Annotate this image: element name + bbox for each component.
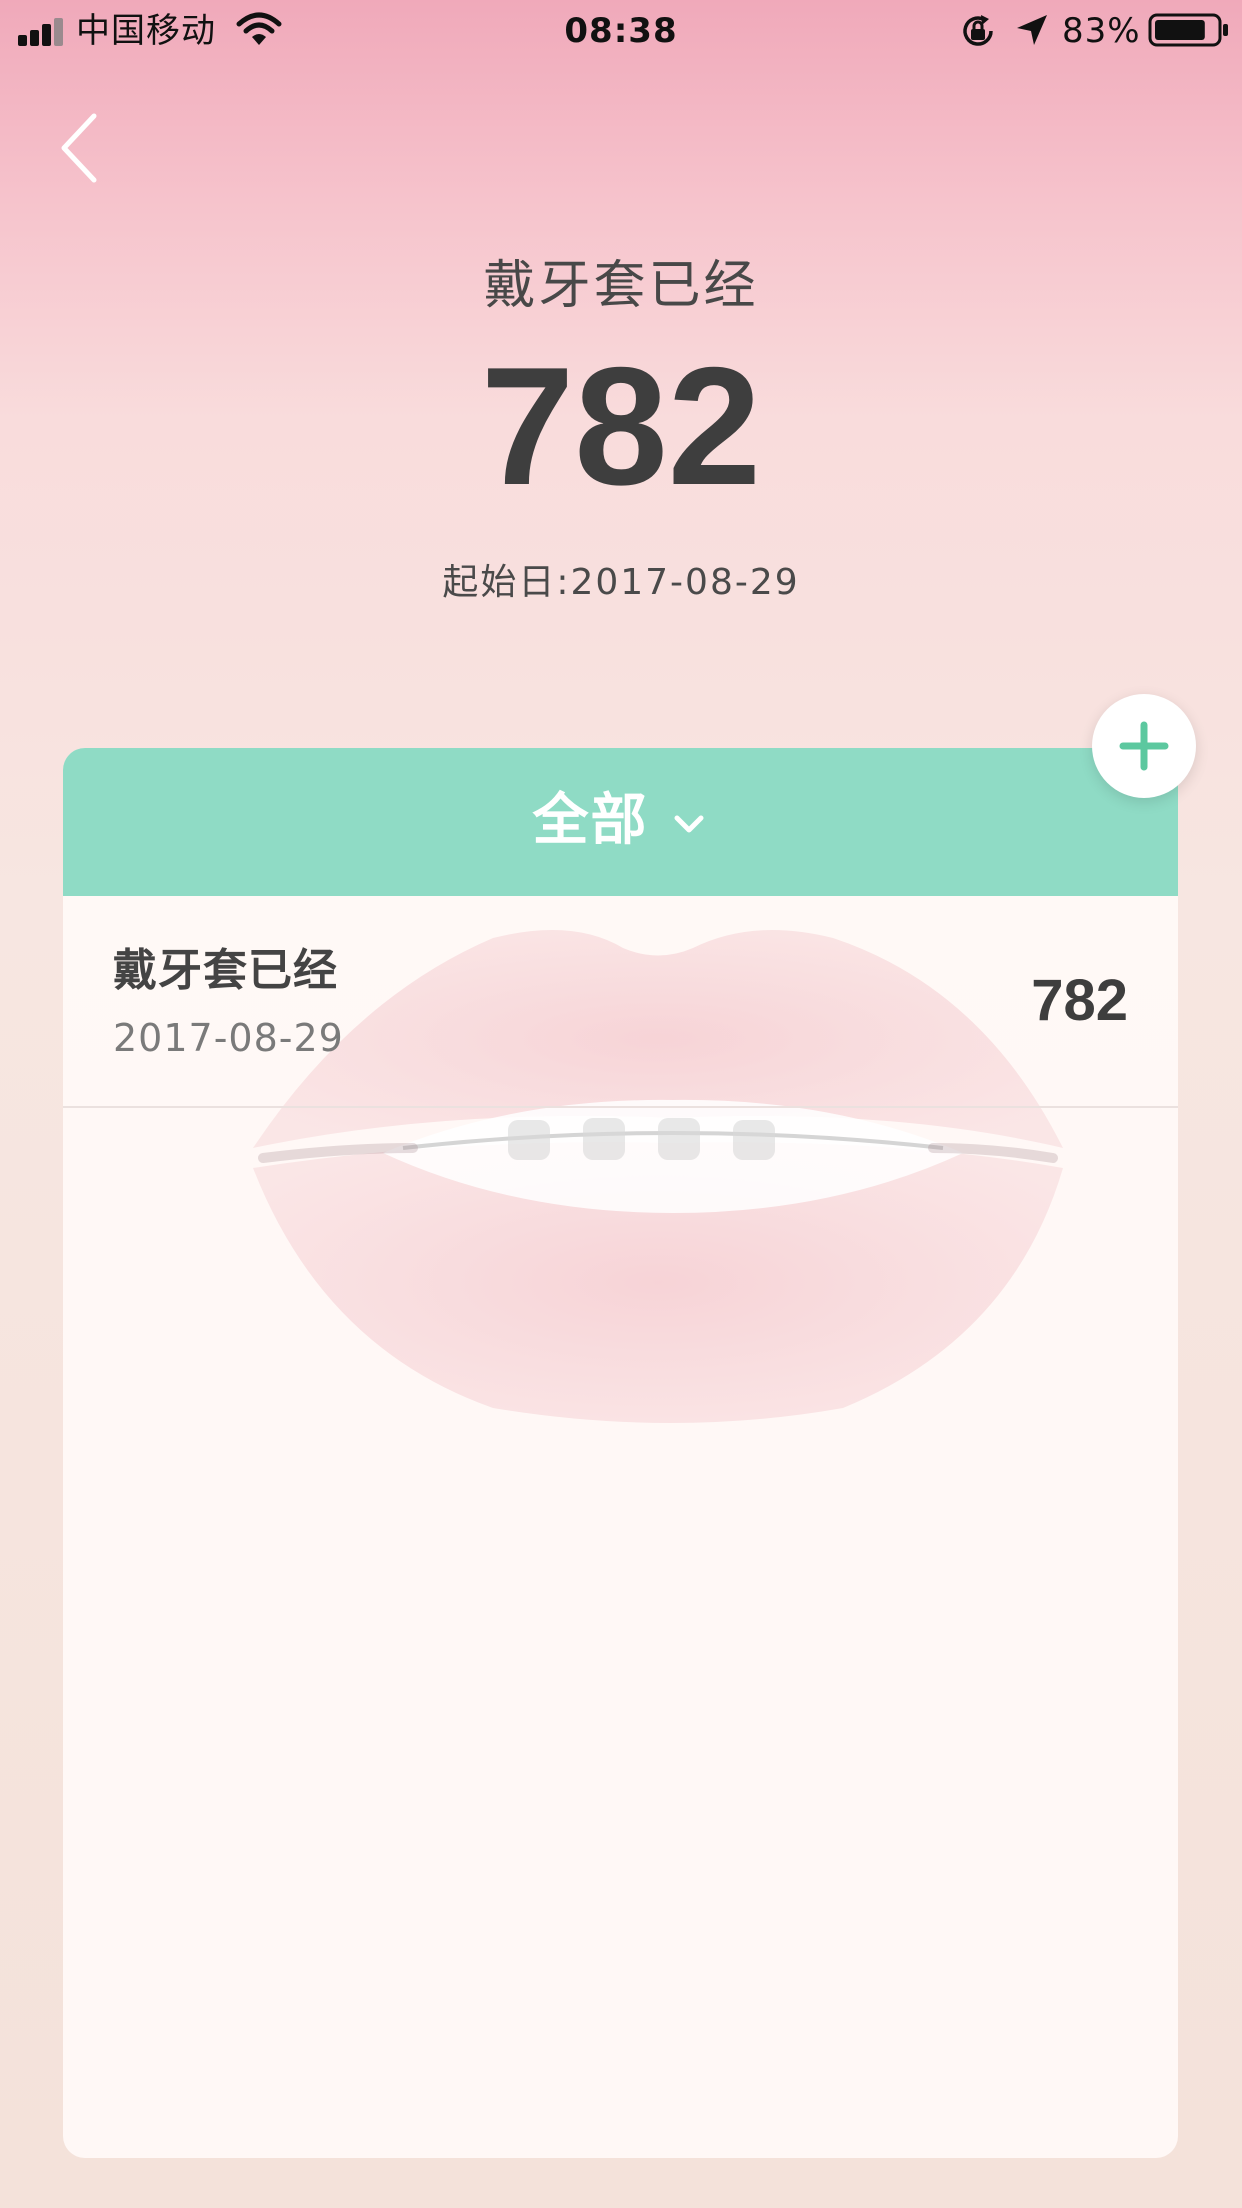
page-title: 戴牙套已经 xyxy=(483,256,759,316)
list-item[interactable]: 戴牙套已经 2017-08-29 782 xyxy=(63,896,1178,1108)
list-item-date: 2017-08-29 xyxy=(113,1016,344,1060)
location-arrow-icon xyxy=(1017,15,1047,45)
back-button[interactable] xyxy=(54,108,114,188)
list-item-title: 戴牙套已经 xyxy=(113,945,338,996)
plus-icon xyxy=(1119,721,1169,771)
category-filter-dropdown[interactable]: 全部 xyxy=(63,748,1178,896)
status-bar: 中国移动 08:38 83% xyxy=(0,0,1242,62)
day-count: 782 xyxy=(480,332,762,520)
add-button[interactable] xyxy=(1092,694,1196,798)
orientation-lock-icon xyxy=(963,15,993,46)
back-chevron-icon xyxy=(61,113,97,183)
filter-label: 全部 xyxy=(532,788,649,853)
chevron-down-icon xyxy=(674,815,703,833)
start-date: 起始日:2017-08-29 xyxy=(442,562,800,603)
status-time: 08:38 xyxy=(564,11,678,51)
battery-icon xyxy=(1148,13,1228,47)
list-item-count: 782 xyxy=(1031,968,1128,1033)
event-card: 全部 戴牙套已经 2017-08-29 782 xyxy=(63,748,1178,2158)
battery-percent: 83% xyxy=(1062,11,1141,51)
